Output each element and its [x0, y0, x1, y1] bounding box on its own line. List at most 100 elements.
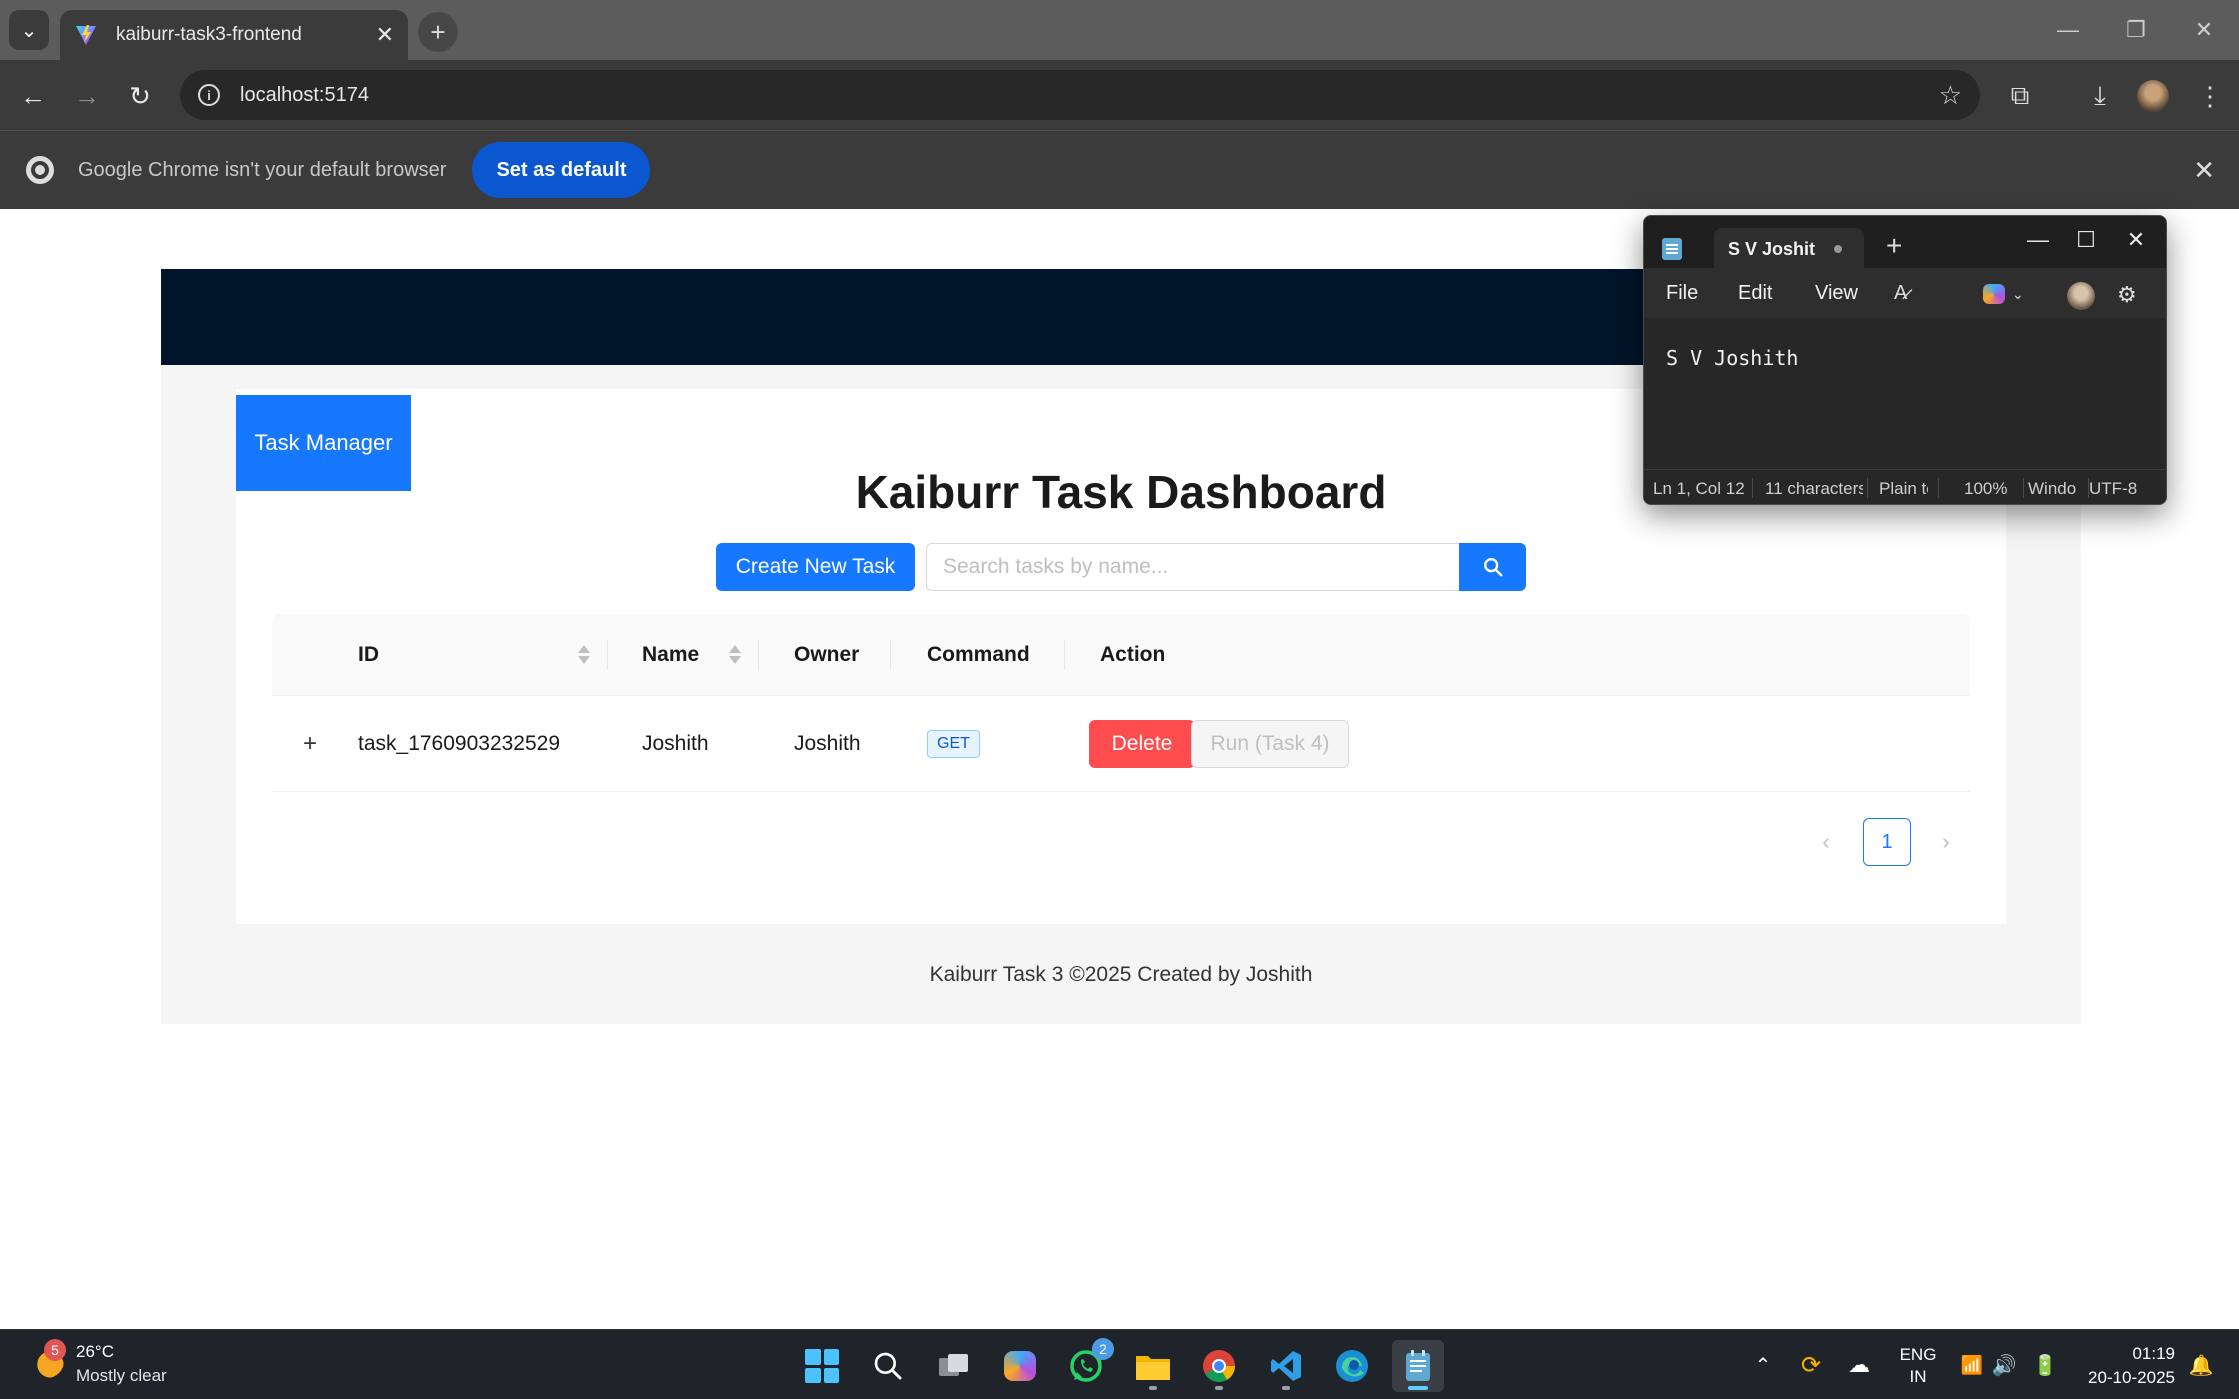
set-as-default-button[interactable]: Set as default	[472, 142, 651, 198]
notepad-tab[interactable]: S V Joshit	[1714, 228, 1864, 270]
download-icon[interactable]: ⤓	[2082, 78, 2118, 114]
sort-name-icon[interactable]	[728, 644, 742, 666]
column-header-command: Command	[927, 643, 1030, 666]
unsaved-dot-icon	[1834, 245, 1842, 253]
file-explorer-taskbar-button[interactable]	[1127, 1340, 1179, 1392]
notepad-account-avatar[interactable]	[2067, 282, 2095, 310]
next-page-icon[interactable]: ›	[1922, 818, 1970, 866]
vscode-taskbar-button[interactable]	[1260, 1340, 1312, 1392]
restore-icon[interactable]: ❐	[2102, 0, 2170, 60]
copilot-icon[interactable]	[1983, 284, 2005, 304]
column-divider	[890, 640, 891, 670]
onedrive-tray-icon[interactable]: ☁	[1842, 1330, 1876, 1399]
bookmark-star-icon[interactable]: ☆	[1939, 80, 1962, 111]
menu-edit[interactable]: Edit	[1738, 282, 1772, 305]
notepad-minimize-icon[interactable]: —	[2014, 220, 2062, 260]
notepad-tab-title: S V Joshit	[1728, 238, 1816, 259]
prev-page-icon[interactable]: ‹	[1802, 818, 1850, 866]
command-tag: GET	[927, 730, 980, 758]
chrome-menu-icon[interactable]: ⋮	[2192, 78, 2228, 114]
menu-file[interactable]: File	[1666, 282, 1698, 305]
wifi-icon[interactable]: 📶	[1958, 1330, 1986, 1399]
task-id-cell: task_1760903232529	[358, 732, 561, 755]
sort-id-icon[interactable]	[577, 644, 591, 666]
reload-icon[interactable]: ↻	[120, 76, 160, 116]
column-header-action: Action	[1100, 643, 1166, 666]
weather-badge: 5	[44, 1339, 66, 1361]
expand-row-icon[interactable]: +	[300, 730, 320, 757]
forward-icon[interactable]: →	[67, 76, 107, 116]
copilot-dropdown-icon[interactable]: ⌄	[2012, 286, 2024, 303]
system-clock[interactable]: 01:19 20-10-2025	[2080, 1342, 2175, 1390]
table-row: + task_1760903232529 Joshith Joshith GET…	[272, 696, 1970, 792]
extensions-icon[interactable]: ⧉	[2002, 78, 2038, 114]
address-bar[interactable]: i localhost:5174 ☆	[180, 70, 1980, 120]
chrome-taskbar-button[interactable]	[1193, 1340, 1245, 1392]
url-text: localhost:5174	[240, 83, 369, 106]
menu-view[interactable]: View	[1815, 282, 1858, 305]
minimize-icon[interactable]: —	[2034, 0, 2102, 60]
region-code: IN	[1909, 1367, 1927, 1386]
notepad-app-icon	[1662, 238, 1682, 260]
search-button[interactable]	[1459, 543, 1526, 591]
sync-tray-icon[interactable]: ⟳	[1794, 1330, 1828, 1399]
new-tab-button[interactable]: +	[418, 12, 458, 52]
back-icon[interactable]: ←	[13, 76, 53, 116]
column-divider	[758, 640, 759, 670]
notepad-taskbar-button[interactable]	[1392, 1340, 1444, 1392]
input-language[interactable]: ENG IN	[1898, 1344, 1938, 1388]
delete-button[interactable]: Delete	[1089, 720, 1195, 768]
search-icon	[874, 1352, 902, 1380]
notepad-status-bar: Ln 1, Col 12 11 characters Plain text 10…	[1644, 469, 2166, 504]
task-view-button[interactable]	[928, 1340, 980, 1392]
page-1-button[interactable]: 1	[1863, 818, 1911, 866]
whatsapp-badge: 2	[1092, 1338, 1114, 1360]
battery-icon[interactable]: 🔋	[2030, 1330, 2060, 1399]
notepad-text-area[interactable]: S V Joshith	[1666, 346, 1798, 370]
taskbar-search-button[interactable]	[862, 1340, 914, 1392]
notifications-bell-icon[interactable]: 🔔	[2183, 1330, 2219, 1399]
run-task-button[interactable]: Run (Task 4)	[1191, 720, 1349, 768]
formatting-icon[interactable]: A̷	[1894, 282, 1907, 305]
notepad-new-tab-icon[interactable]: +	[1886, 230, 1902, 262]
notepad-maximize-icon[interactable]: ☐	[2062, 220, 2110, 260]
settings-gear-icon[interactable]: ⚙	[2117, 282, 2137, 308]
tray-overflow-chevron-icon[interactable]: ⌃	[1748, 1330, 1778, 1399]
running-indicator	[1282, 1386, 1290, 1390]
default-browser-infobar: Google Chrome isn't your default browser…	[0, 130, 2239, 209]
search-input[interactable]	[926, 543, 1459, 591]
tab-title: kaiburr-task3-frontend	[116, 24, 302, 45]
edge-taskbar-button[interactable]	[1326, 1340, 1378, 1392]
character-count: 11 characters	[1765, 479, 1863, 498]
tab-close-icon[interactable]: ✕	[376, 22, 394, 48]
copilot-icon	[1004, 1351, 1036, 1381]
chrome-icon	[1203, 1350, 1235, 1382]
tab-search-icon[interactable]: ⌄	[9, 10, 49, 50]
notepad-menubar: File Edit View A̷ ⌄ ⚙	[1644, 268, 2166, 318]
vite-favicon-icon	[76, 25, 96, 45]
notepad-titlebar: S V Joshit + — ☐ ✕	[1644, 216, 2166, 270]
weather-temperature[interactable]: 26°C	[76, 1342, 114, 1362]
column-header-name[interactable]: Name	[642, 614, 699, 696]
infobar-close-icon[interactable]: ✕	[2193, 155, 2215, 186]
folder-icon	[1136, 1356, 1170, 1380]
browser-tab[interactable]: kaiburr-task3-frontend ✕	[60, 10, 408, 60]
browser-toolbar: ← → ↻ i localhost:5174 ☆ ⧉ ⤓ ⋮	[0, 60, 2239, 130]
notepad-icon	[1406, 1350, 1430, 1381]
notepad-close-icon[interactable]: ✕	[2112, 220, 2160, 260]
task-view-icon	[939, 1354, 968, 1376]
line-ending: Windows (CRLF)	[2028, 479, 2076, 498]
zoom-level: 100%	[1964, 479, 2008, 498]
column-header-id[interactable]: ID	[358, 614, 379, 696]
copilot-taskbar-button[interactable]	[994, 1340, 1046, 1392]
vscode-icon	[1271, 1351, 1301, 1381]
window-close-icon[interactable]: ✕	[2170, 0, 2238, 60]
volume-icon[interactable]: 🔊	[1990, 1330, 2018, 1399]
column-divider	[607, 640, 608, 670]
profile-avatar[interactable]	[2137, 80, 2169, 112]
create-task-button[interactable]: Create New Task	[716, 543, 915, 591]
start-button[interactable]	[796, 1340, 848, 1392]
site-info-icon[interactable]: i	[198, 84, 220, 106]
weather-description[interactable]: Mostly clear	[76, 1366, 167, 1386]
whatsapp-taskbar-button[interactable]: 2	[1060, 1338, 1114, 1392]
